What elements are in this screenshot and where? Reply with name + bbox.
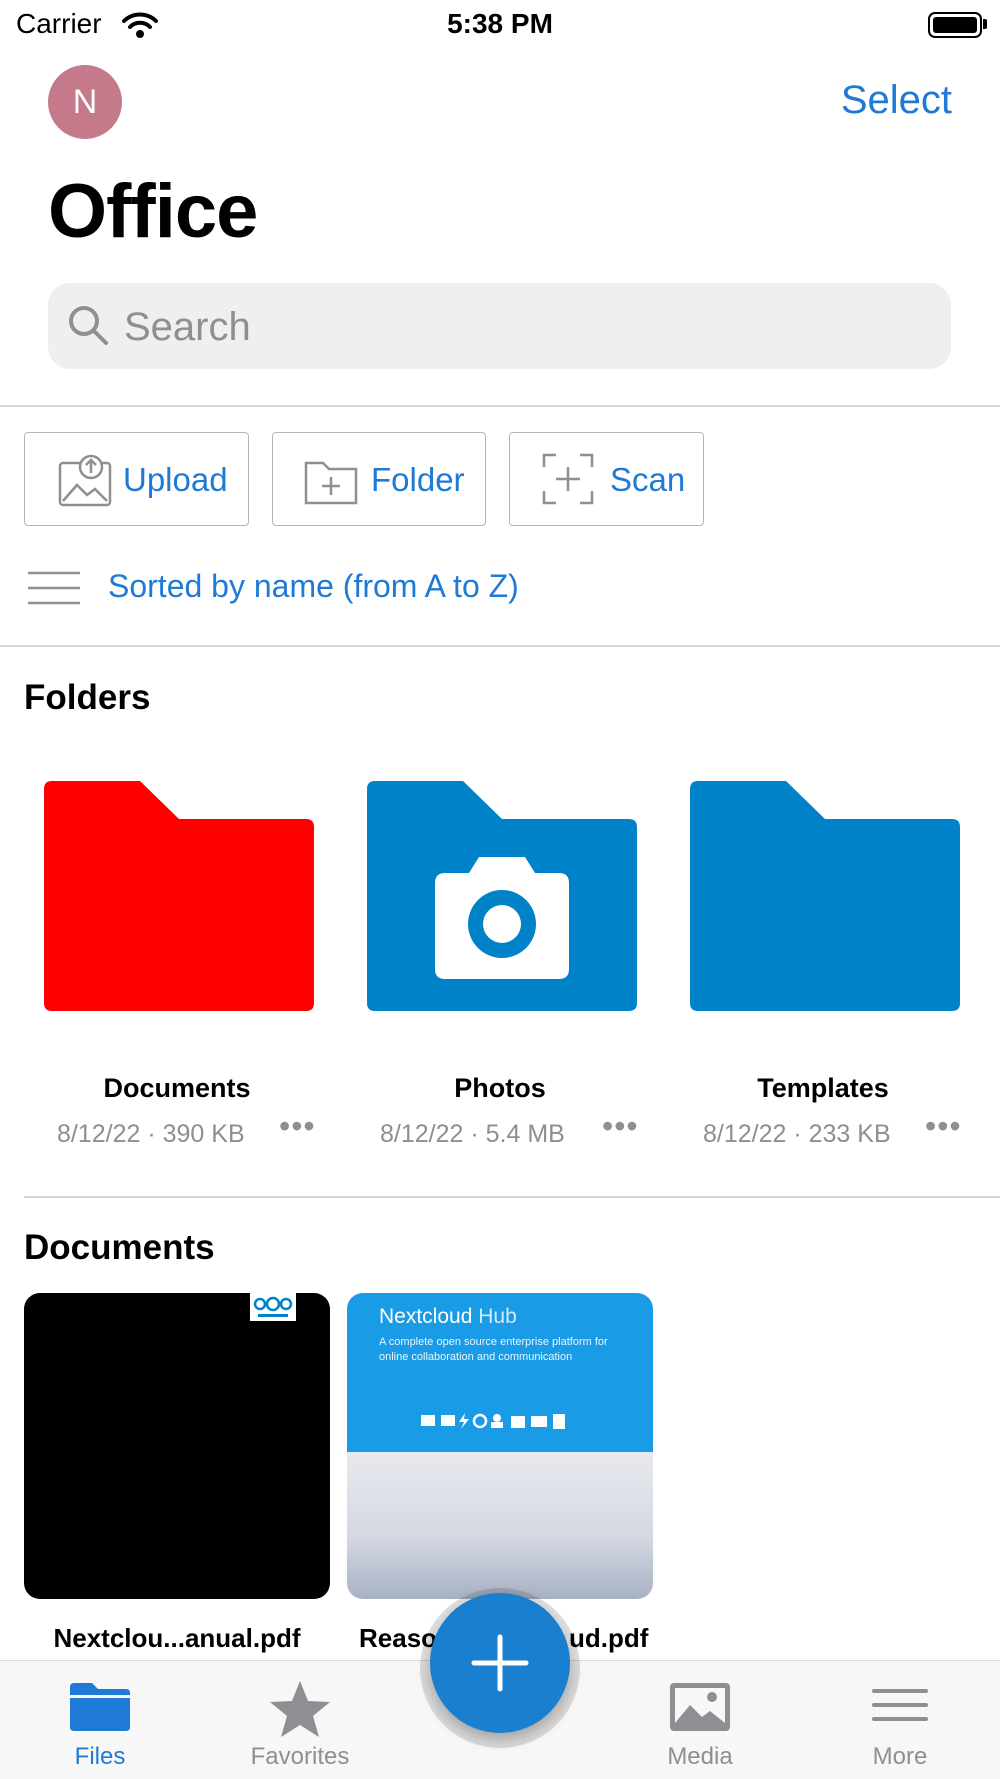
avatar[interactable]: N: [48, 65, 122, 139]
folders-section-title: Folders: [24, 678, 151, 717]
page-title: Office: [48, 169, 258, 254]
menu-icon: [872, 1689, 928, 1721]
folder-name: Templates: [757, 1073, 889, 1103]
divider: [0, 645, 1000, 647]
star-icon: [270, 1681, 330, 1737]
tab-label: Files: [74, 1743, 126, 1770]
divider: [24, 1196, 1000, 1198]
folder-icon: [690, 781, 960, 1011]
sort-label[interactable]: Sorted by name (from A to Z): [108, 568, 519, 605]
battery-tip: [983, 19, 987, 29]
folder-label: Folder: [371, 461, 465, 498]
image-icon: [670, 1683, 730, 1731]
search-input[interactable]: [122, 297, 926, 357]
document-name: Nextclou...anual.pdf: [53, 1623, 301, 1653]
folder-name: Documents: [103, 1073, 251, 1103]
folder-photos[interactable]: Photos 8/12/22 · 5.4 MB •••: [350, 770, 650, 1170]
new-folder-button[interactable]: Folder: [272, 432, 486, 526]
folder-meta: 8/12/22 · 5.4 MB: [380, 1120, 565, 1148]
tab-label: Media: [667, 1743, 733, 1770]
tab-files[interactable]: Files: [0, 1661, 200, 1779]
more-options-icon[interactable]: •••: [925, 1108, 962, 1145]
documents-section-title: Documents: [24, 1228, 215, 1267]
document-name-end: ud.pdf: [569, 1623, 649, 1653]
status-time: 5:38 PM: [447, 8, 553, 39]
thumb-title: Nextcloud: [379, 1305, 473, 1328]
tab-label: Favorites: [250, 1743, 350, 1770]
upload-label: Upload: [123, 461, 228, 498]
thumb-title-light: Hub: [478, 1305, 517, 1328]
thumb-description: A complete open source enterprise platfo…: [379, 1336, 608, 1363]
scan-icon: [542, 453, 594, 505]
nextcloud-hub-thumbnail: Nextcloud Hub A complete open source ent…: [347, 1293, 653, 1599]
folder-icon: [44, 781, 314, 1011]
scan-label: Scan: [610, 461, 686, 498]
more-options-icon[interactable]: •••: [279, 1108, 316, 1145]
select-button[interactable]: Select: [841, 78, 952, 123]
divider: [0, 405, 1000, 407]
folder-meta: 8/12/22 · 390 KB: [57, 1120, 245, 1148]
folder-camera-icon: [367, 781, 637, 1011]
menu-lines-icon[interactable]: [28, 570, 80, 606]
folder-templates[interactable]: Templates 8/12/22 · 233 KB •••: [673, 770, 973, 1170]
new-folder-icon: [304, 461, 358, 505]
add-button[interactable]: [430, 1593, 570, 1733]
black-pdf-thumbnail: [24, 1293, 330, 1599]
search-icon: [69, 306, 108, 345]
folder-tab-icon: [70, 1683, 130, 1731]
search-bar[interactable]: [48, 283, 951, 369]
tab-more[interactable]: More: [800, 1661, 1000, 1779]
nextcloud-logo-icon: [250, 1293, 296, 1321]
tab-favorites[interactable]: Favorites: [200, 1661, 400, 1779]
folder-name: Photos: [454, 1073, 546, 1103]
upload-button[interactable]: Upload: [24, 432, 249, 526]
more-options-icon[interactable]: •••: [602, 1108, 639, 1145]
tab-media[interactable]: Media: [600, 1661, 800, 1779]
app-icons-row: [421, 1413, 565, 1429]
battery-icon: [928, 12, 982, 38]
folder-documents[interactable]: Documents 8/12/22 · 390 KB •••: [27, 770, 327, 1170]
scan-button[interactable]: Scan: [509, 432, 704, 526]
tab-label: More: [872, 1743, 928, 1770]
folder-meta: 8/12/22 · 233 KB: [703, 1120, 891, 1148]
plus-icon: [471, 1634, 529, 1692]
upload-photo-icon: [58, 454, 112, 507]
